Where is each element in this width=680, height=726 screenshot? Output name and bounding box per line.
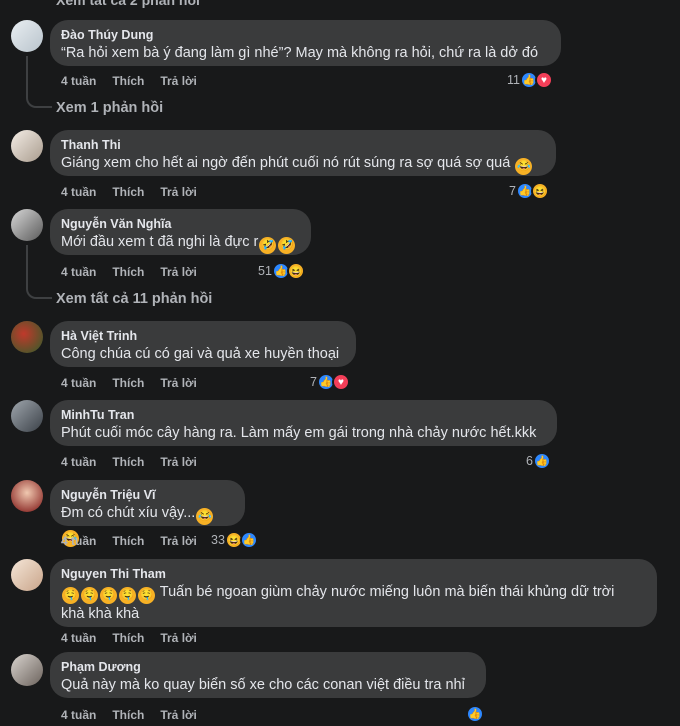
haha-icon: 😆 — [286, 262, 305, 280]
comment-bubble: Nguyễn Văn Nghĩa Mới đầu xem t đã nghi l… — [50, 209, 311, 255]
comment-bubble: Thanh Thi Giáng xem cho hết ai ngờ đến p… — [50, 130, 556, 176]
drooling-emoji-icon: 🤤 — [100, 587, 117, 604]
avatar[interactable] — [11, 20, 43, 52]
comment-author[interactable]: Phạm Dương — [61, 659, 474, 675]
avatar[interactable] — [11, 480, 43, 512]
haha-emoji-icon: 😂 — [515, 158, 533, 175]
reaction-summary[interactable]: 51 👍 😆 — [258, 262, 305, 280]
avatar[interactable] — [11, 559, 43, 591]
comment-time[interactable]: 4 tuần — [61, 631, 96, 645]
comment-actions: 4 tuần Thích Trả lời — [61, 185, 213, 199]
reaction-count: 51 — [258, 264, 272, 278]
reply-action[interactable]: Trả lời — [160, 455, 197, 469]
comment-actions: 4 tuần Thích Trả lời — [61, 74, 213, 88]
comment-author[interactable]: Hà Việt Trinh — [61, 328, 344, 344]
avatar[interactable] — [11, 321, 43, 353]
avatar[interactable] — [11, 654, 43, 686]
comment-bubble: Đào Thúy Dung “Ra hỏi xem bà ý đang làm … — [50, 20, 561, 66]
comment-bubble: Phạm Dương Quả này mà ko quay biển số xe… — [50, 652, 486, 698]
comment-bubble: Nguyễn Triệu Vĩ Đm có chút xíu vậy... 😂😂 — [50, 480, 245, 547]
comment-text: “Ra hỏi xem bà ý đang làm gì nhé”? May m… — [61, 45, 539, 61]
view-all-replies-link[interactable]: Xem tất cả 2 phản hồi — [56, 0, 200, 8]
comment-bubble: Hà Việt Trinh Công chúa cú có gai và quả… — [50, 321, 356, 367]
comment-time[interactable]: 4 tuần — [61, 74, 96, 88]
love-icon: ♥ — [534, 71, 553, 89]
like-action[interactable]: Thích — [112, 265, 144, 279]
reply-action[interactable]: Trả lời — [160, 265, 197, 279]
like-action[interactable]: Thích — [112, 534, 144, 548]
reaction-count: 11 — [507, 73, 520, 87]
reply-action[interactable]: Trả lời — [160, 74, 197, 88]
like-action[interactable]: Thích — [112, 455, 144, 469]
like-action[interactable]: Thích — [112, 185, 144, 199]
comment-time[interactable]: 4 tuần — [61, 534, 96, 548]
reaction-count: 33 — [211, 533, 225, 547]
like-action[interactable]: Thích — [112, 376, 144, 390]
reaction-count: 7 — [509, 184, 516, 198]
comment-time[interactable]: 4 tuần — [61, 185, 96, 199]
comment-actions: 4 tuần Thích Trả lời — [61, 631, 213, 645]
thread-line — [26, 287, 52, 299]
comment-author[interactable]: Nguyễn Triệu Vĩ — [61, 487, 233, 503]
rofl-emoji-icon: 🤣 — [259, 237, 277, 254]
comment-bubble: MinhTu Tran Phút cuối móc cây hàng ra. L… — [50, 400, 557, 446]
reply-action[interactable]: Trả lời — [160, 631, 197, 645]
comment-time[interactable]: 4 tuần — [61, 455, 96, 469]
thread-line — [26, 96, 52, 108]
like-icon: 👍 — [466, 705, 484, 723]
haha-icon: 😆 — [530, 182, 549, 200]
like-action[interactable]: Thích — [112, 74, 144, 88]
drooling-emoji-icon: 🤤 — [62, 587, 79, 604]
love-icon: ♥ — [331, 373, 350, 391]
laugh-emoji-icon: 😂 — [196, 508, 214, 525]
reply-action[interactable]: Trả lời — [160, 185, 197, 199]
comment-actions: 4 tuần Thích Trả lời — [61, 376, 213, 390]
reaction-count: 7 — [310, 375, 317, 389]
thread-line — [26, 56, 28, 96]
comment-actions: 4 tuần Thích Trả lời — [61, 534, 213, 548]
reaction-summary[interactable]: 7 👍 ♥ — [310, 373, 350, 391]
reaction-summary[interactable]: 11 👍 ♥ — [507, 71, 553, 89]
avatar[interactable] — [11, 209, 43, 241]
comment-text: Công chúa cú có gai và quả xe huyền thoạ… — [61, 346, 340, 362]
reaction-summary[interactable]: 6 👍 — [526, 452, 551, 470]
comment-bubble: Nguyen Thi Tham 🤤 🤤 🤤 🤤 🤤 Tuấn bé ngoan giùm… — [50, 559, 657, 627]
comment-author[interactable]: MinhTu Tran — [61, 407, 545, 423]
like-action[interactable]: Thích — [112, 631, 144, 645]
avatar[interactable] — [11, 130, 43, 162]
avatar[interactable] — [11, 400, 43, 432]
comment-text: Phút cuối móc cây hàng ra. Làm mấy em gá… — [61, 425, 537, 441]
reply-action[interactable]: Trả lời — [160, 534, 197, 548]
like-action[interactable]: Thích — [112, 708, 144, 722]
view-replies-link[interactable]: Xem tất cả 11 phản hồi — [56, 291, 212, 307]
comment-text: Quả này mà ko quay biển số xe cho các co… — [61, 677, 465, 693]
comment-actions: 4 tuần Thích Trả lời — [61, 265, 213, 279]
drooling-emoji-icon: 🤤 — [81, 587, 98, 604]
reply-action[interactable]: Trả lời — [160, 376, 197, 390]
comment-author[interactable]: Đào Thúy Dung — [61, 27, 549, 43]
comment-author[interactable]: Thanh Thi — [61, 137, 544, 153]
comment-time[interactable]: 4 tuần — [61, 376, 96, 390]
reaction-summary[interactable]: 👍 — [466, 705, 484, 723]
comment-time[interactable]: 4 tuần — [61, 265, 96, 279]
thread-line — [26, 245, 28, 287]
like-icon: 👍 — [532, 452, 551, 470]
reply-action[interactable]: Trả lời — [160, 708, 197, 722]
comment-time[interactable]: 4 tuần — [61, 708, 96, 722]
drooling-emoji-icon: 🤤 — [138, 587, 155, 604]
reaction-summary[interactable]: 33 😆 👍 — [211, 531, 258, 549]
comment-text: 🤤 🤤 🤤 🤤 🤤 Tuấn bé ngoan giùm chảy nước miếng… — [61, 584, 615, 622]
comment-text: Giáng xem cho hết ai ngờ đến phút cuối n… — [61, 153, 544, 175]
comment-author[interactable]: Nguyen Thi Tham — [61, 566, 645, 582]
comment-author[interactable]: Nguyễn Văn Nghĩa — [61, 216, 299, 232]
comment-actions: 4 tuần Thích Trả lời — [61, 455, 213, 469]
view-replies-link[interactable]: Xem 1 phản hồi — [56, 100, 163, 116]
rofl-emoji-icon: 🤣 — [278, 237, 296, 254]
comment-actions: 4 tuần Thích Trả lời — [61, 708, 213, 722]
comment-text: Mới đầu xem t đã nghi là đực r 🤣 🤣 — [61, 232, 299, 254]
like-icon: 👍 — [239, 531, 258, 549]
reaction-count: 6 — [526, 454, 533, 468]
reaction-summary[interactable]: 7 👍 😆 — [509, 182, 549, 200]
drooling-emoji-icon: 🤤 — [119, 587, 136, 604]
